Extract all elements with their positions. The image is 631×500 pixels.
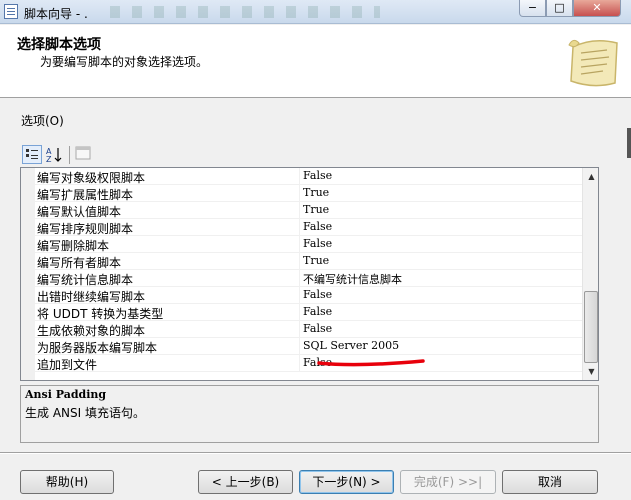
background-window-edge	[627, 128, 631, 158]
categorized-icon	[26, 149, 38, 159]
categorized-view-button[interactable]	[22, 145, 42, 164]
property-grid[interactable]: 编写对象级权限脚本 False 编写扩展属性脚本 True 编写默认值脚本 True …	[20, 167, 599, 381]
grid-row[interactable]: 编写统计信息脚本 不编写统计信息脚本	[35, 270, 583, 287]
sort-az-icon: A Z	[46, 147, 62, 164]
grid-row[interactable]: 编写排序规则脚本 False	[35, 219, 583, 236]
column-splitter	[299, 236, 300, 253]
vertical-scrollbar[interactable]: ▲ ▼	[582, 168, 598, 380]
property-value[interactable]: False	[303, 237, 332, 250]
property-name: 编写扩展属性脚本	[37, 188, 134, 202]
column-splitter	[299, 338, 300, 355]
scroll-down-icon[interactable]: ▼	[583, 363, 598, 380]
wizard-header: 选择脚本选项 为要编写脚本的对象选择选项。	[0, 25, 631, 98]
column-splitter	[299, 304, 300, 321]
toolbar-separator	[69, 146, 70, 164]
next-button[interactable]: 下一步(N) >	[299, 470, 394, 494]
property-pages-button[interactable]	[74, 145, 94, 164]
red-underline-annotation	[317, 359, 425, 367]
property-name: 编写统计信息脚本	[37, 273, 134, 287]
grid-row[interactable]: 编写删除脚本 False	[35, 236, 583, 253]
title-bar: 脚本向导 - . − □ ✕	[0, 0, 631, 24]
description-panel: Ansi Padding 生成 ANSI 填充语句。	[20, 385, 599, 443]
property-value[interactable]: True	[303, 186, 329, 199]
window-title: 脚本向导 - .	[24, 7, 88, 21]
grid-row[interactable]: 生成依赖对象的脚本 False	[35, 321, 583, 338]
property-value[interactable]: False	[303, 288, 332, 301]
property-name: 编写默认值脚本	[37, 205, 122, 219]
grid-row[interactable]: 编写对象级权限脚本 False	[35, 168, 583, 185]
property-name: 编写排序规则脚本	[37, 222, 134, 236]
close-button[interactable]: ✕	[573, 0, 621, 17]
property-value[interactable]: SQL Server 2005	[303, 339, 399, 352]
property-name: 编写对象级权限脚本	[37, 171, 146, 185]
page-subtitle: 为要编写脚本的对象选择选项。	[40, 55, 209, 69]
property-pages-icon	[75, 146, 91, 160]
grid-margin	[21, 168, 35, 380]
property-value[interactable]: False	[303, 220, 332, 233]
grid-row[interactable]: 为服务器版本编写脚本 SQL Server 2005	[35, 338, 583, 355]
scroll-up-icon[interactable]: ▲	[583, 168, 598, 185]
property-value[interactable]: False	[303, 169, 332, 182]
column-splitter	[299, 321, 300, 338]
description-text: 生成 ANSI 填充语句。	[25, 406, 145, 420]
help-button[interactable]: 帮助(H)	[20, 470, 114, 494]
options-label: 选项(O)	[21, 114, 64, 128]
property-name: 编写删除脚本	[37, 239, 110, 253]
grid-row[interactable]: 编写扩展属性脚本 True	[35, 185, 583, 202]
description-title: Ansi Padding	[25, 388, 107, 401]
property-name: 生成依赖对象的脚本	[37, 324, 146, 338]
grid-row[interactable]: 出错时继续编写脚本 False	[35, 287, 583, 304]
property-value[interactable]: False	[303, 322, 332, 335]
property-value[interactable]: False	[303, 305, 332, 318]
column-splitter	[299, 253, 300, 270]
property-name: 追加到文件	[37, 358, 98, 372]
column-splitter	[299, 185, 300, 202]
page-title: 选择脚本选项	[17, 37, 101, 53]
property-name: 将 UDDT 转换为基类型	[37, 307, 164, 321]
previous-button[interactable]: < 上一步(B)	[198, 470, 293, 494]
property-name: 为服务器版本编写脚本	[37, 341, 158, 355]
scroll-icon	[568, 39, 618, 87]
grid-row[interactable]: 编写所有者脚本 True	[35, 253, 583, 270]
property-value[interactable]: True	[303, 254, 329, 267]
property-name: 编写所有者脚本	[37, 256, 122, 270]
column-splitter	[299, 355, 300, 372]
cancel-button[interactable]: 取消	[502, 470, 598, 494]
scroll-thumb[interactable]	[584, 291, 598, 363]
taskbar-ghost-icons	[110, 6, 380, 18]
column-splitter	[299, 202, 300, 219]
finish-button[interactable]: 完成(F) >>|	[400, 470, 496, 494]
grid-row[interactable]: 追加到文件 False	[35, 355, 583, 372]
property-name: 出错时继续编写脚本	[37, 290, 146, 304]
property-value[interactable]: True	[303, 203, 329, 216]
svg-text:Z: Z	[46, 155, 52, 164]
grid-row[interactable]: 将 UDDT 转换为基类型 False	[35, 304, 583, 321]
minimize-button[interactable]: −	[519, 0, 546, 17]
alphabetical-sort-button[interactable]: A Z	[44, 145, 64, 164]
button-divider	[0, 452, 631, 454]
property-value[interactable]: 不编写统计信息脚本	[303, 271, 402, 287]
column-splitter	[299, 168, 300, 185]
grid-row[interactable]: 编写默认值脚本 True	[35, 202, 583, 219]
column-splitter	[299, 219, 300, 236]
column-splitter	[299, 287, 300, 304]
app-icon	[4, 4, 18, 19]
maximize-button[interactable]: □	[546, 0, 573, 17]
column-splitter	[299, 270, 300, 287]
